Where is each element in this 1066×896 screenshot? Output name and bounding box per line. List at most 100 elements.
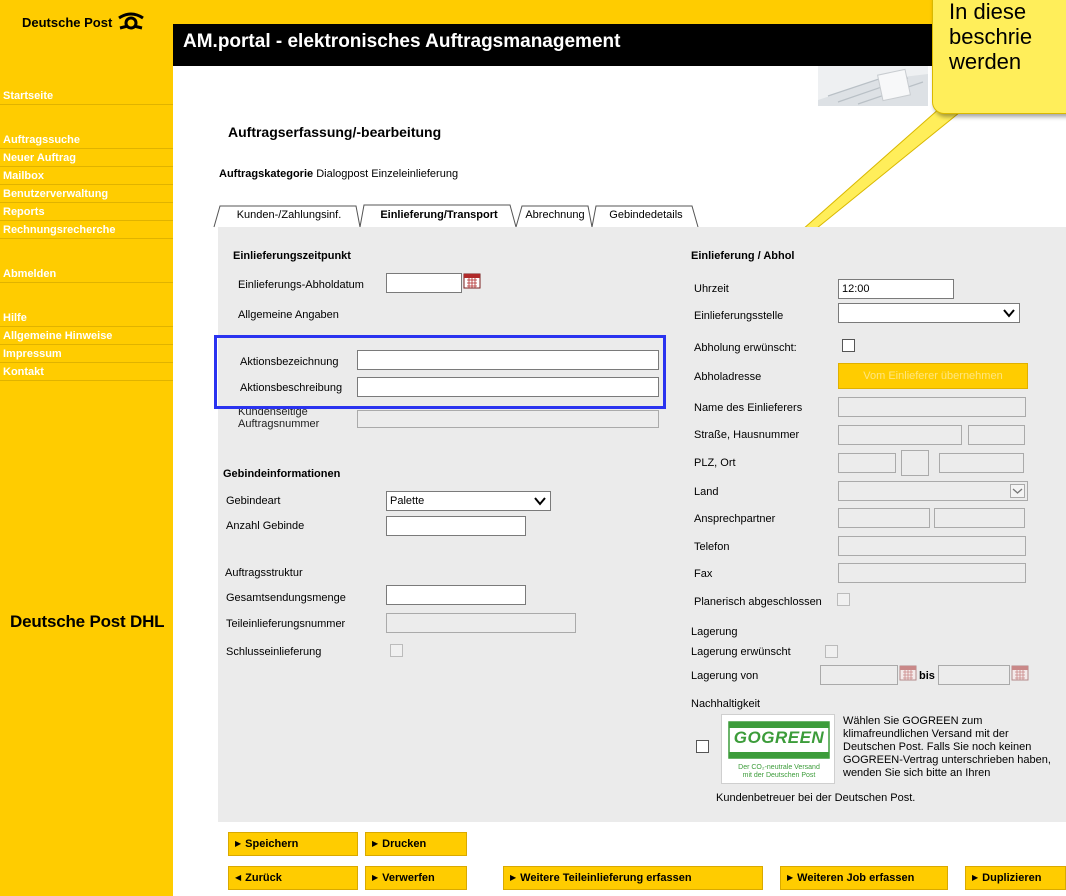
tab-einlieferung[interactable]: Einlieferung/Transport: [366, 204, 512, 226]
sidebar-item-impressum[interactable]: Impressum: [0, 346, 173, 363]
arrow-right-icon: ▶: [787, 873, 794, 882]
planerisch-checkbox[interactable]: [837, 593, 850, 606]
lagerung-von-label: Lagerung von: [691, 670, 759, 682]
zurueck-label: Zurück: [245, 872, 282, 884]
fax-input[interactable]: [838, 563, 1026, 583]
sidebar-item-rechnungsrecherche[interactable]: Rechnungsrecherche: [0, 222, 173, 239]
arrow-right-icon: ▶: [372, 873, 379, 882]
arrow-right-icon: ▶: [972, 873, 979, 882]
callout-line-2: beschrie: [949, 24, 1033, 49]
abholung-label: Abholung erwünscht:: [694, 342, 797, 354]
sidebar-item-mailbox[interactable]: Mailbox: [0, 168, 173, 185]
plz-ort-spacer: [901, 450, 929, 476]
bis-label: bis: [919, 670, 935, 682]
uhrzeit-input[interactable]: 12:00: [838, 279, 954, 299]
callout-line-3: werden: [949, 49, 1022, 74]
abholdatum-input[interactable]: [386, 273, 462, 293]
arrow-right-icon: ▶: [235, 839, 242, 848]
lagerung-von-input[interactable]: [820, 665, 898, 685]
sidebar-item-hilfe[interactable]: Hilfe: [0, 310, 173, 327]
zurueck-button[interactable]: ◀ Zurück: [228, 866, 358, 890]
ansprechpartner-vorname-input[interactable]: [838, 508, 930, 528]
gogreen-logo: GOGREEN Der CO₂-neutrale Versand mit der…: [721, 714, 835, 784]
sidebar: Deutsche Post Startseite Auftragssuche N…: [0, 0, 173, 896]
callout-line-1: In diese: [949, 0, 1027, 24]
strasse-input[interactable]: [838, 425, 962, 445]
gogreen-logo-subtitle-2: mit der Deutschen Post: [742, 772, 816, 779]
vom-einlieferer-uebernehmen-button[interactable]: Vom Einlieferer übernehmen: [838, 363, 1028, 389]
gesamtsendungsmenge-label: Gesamtsendungsmenge: [226, 592, 346, 604]
einlieferungsstelle-label: Einlieferungsstelle: [694, 310, 784, 322]
section-einlieferungszeitpunkt: Einlieferungszeitpunkt: [233, 250, 351, 262]
name-einlieferer-input[interactable]: [838, 397, 1026, 417]
gogreen-logo-subtitle: Der CO₂-neutrale Versand mit der Deutsch…: [722, 764, 836, 780]
ansprechpartner-nachname-input[interactable]: [934, 508, 1025, 528]
sidebar-item-kontakt[interactable]: Kontakt: [0, 364, 173, 381]
aktionsbeschreibung-input[interactable]: [357, 377, 659, 397]
speichern-label: Speichern: [245, 838, 299, 850]
arrow-right-icon: ▶: [510, 873, 517, 882]
drucken-label: Drucken: [382, 838, 427, 850]
planerisch-label: Planerisch abgeschlossen: [694, 596, 822, 608]
brand-logo[interactable]: Deutsche Post: [22, 12, 146, 32]
gebindeart-select[interactable]: Palette: [386, 491, 551, 511]
schlusseinlieferung-label: Schlusseinlieferung: [226, 646, 322, 658]
gebindeart-value: Palette: [390, 495, 425, 507]
ansprechpartner-label: Ansprechpartner: [694, 513, 776, 525]
plz-input[interactable]: [838, 453, 896, 473]
hausnummer-input[interactable]: [968, 425, 1025, 445]
sidebar-item-reports[interactable]: Reports: [0, 204, 173, 221]
weitere-teileinlieferung-label: Weitere Teileinlieferung erfassen: [520, 872, 692, 884]
chevron-down-icon: [534, 497, 546, 506]
chevron-down-icon: [1010, 484, 1025, 498]
aktionsbezeichnung-input[interactable]: [357, 350, 659, 370]
plz-ort-label: PLZ, Ort: [694, 457, 736, 469]
lagerung-bis-input[interactable]: [938, 665, 1010, 685]
gogreen-description: Wählen Sie GOGREEN zum klimafreundlichen…: [843, 715, 1051, 779]
anzahl-gebinde-input[interactable]: [386, 516, 526, 536]
category-value: Dialogpost Einzeleinlieferung: [316, 168, 459, 180]
calendar-icon[interactable]: [1011, 664, 1029, 681]
sidebar-item-auftragssuche[interactable]: Auftragssuche: [0, 132, 173, 149]
sidebar-item-abmelden[interactable]: Abmelden: [0, 266, 173, 283]
gesamtsendungsmenge-input[interactable]: [386, 585, 526, 605]
weitere-teileinlieferung-button[interactable]: ▶ Weitere Teileinlieferung erfassen: [503, 866, 763, 890]
verwerfen-button[interactable]: ▶ Verwerfen: [365, 866, 467, 890]
section-gebindeinformationen: Gebindeinformationen: [223, 468, 341, 480]
weiteren-job-button[interactable]: ▶ Weiteren Job erfassen: [780, 866, 948, 890]
kundenauftrag-label-line-1: Kundenseitige: [238, 406, 308, 418]
teileinlieferungsnummer-input[interactable]: [386, 613, 576, 633]
sidebar-item-startseite[interactable]: Startseite: [0, 88, 173, 105]
land-select[interactable]: [838, 481, 1028, 501]
arrow-right-icon: ▶: [372, 839, 379, 848]
gogreen-checkbox[interactable]: [696, 740, 709, 753]
sidebar-item-neuer-auftrag[interactable]: Neuer Auftrag: [0, 150, 173, 167]
name-einlieferer-label: Name des Einlieferers: [694, 402, 803, 414]
sidebar-item-benutzerverwaltung[interactable]: Benutzerverwaltung: [0, 186, 173, 203]
telefon-input[interactable]: [838, 536, 1026, 556]
nachhaltigkeit-heading: Nachhaltigkeit: [691, 698, 761, 710]
chevron-down-icon: [1003, 309, 1015, 318]
duplizieren-button[interactable]: ▶ Duplizieren: [965, 866, 1066, 890]
calendar-icon[interactable]: [899, 664, 917, 681]
ort-input[interactable]: [939, 453, 1024, 473]
drucken-button[interactable]: ▶ Drucken: [365, 832, 467, 856]
verwerfen-label: Verwerfen: [382, 872, 435, 884]
arrow-left-icon: ◀: [235, 873, 242, 882]
tab-abrechnung[interactable]: Abrechnung: [520, 204, 590, 226]
abholdatum-label: Einlieferungs-Abholdatum: [238, 279, 364, 291]
tab-gebindedetails[interactable]: Gebindedetails: [596, 204, 696, 226]
lagerung-erwuenscht-label: Lagerung erwünscht: [691, 646, 791, 658]
sidebar-item-allgemeine-hinweise[interactable]: Allgemeine Hinweise: [0, 328, 173, 345]
category-label: Auftragskategorie: [219, 168, 314, 180]
calendar-icon[interactable]: [463, 272, 481, 289]
einlieferungsstelle-select[interactable]: [838, 303, 1020, 323]
abholung-checkbox[interactable]: [842, 339, 855, 352]
speichern-button[interactable]: ▶ Speichern: [228, 832, 358, 856]
lagerung-erwuenscht-checkbox[interactable]: [825, 645, 838, 658]
gebindeart-label: Gebindeart: [226, 495, 281, 507]
tab-kunden[interactable]: Kunden-/Zahlungsinf.: [222, 204, 356, 226]
kundenauftrag-input[interactable]: [357, 410, 659, 428]
header-image: [818, 66, 928, 106]
schlusseinlieferung-checkbox[interactable]: [390, 644, 403, 657]
